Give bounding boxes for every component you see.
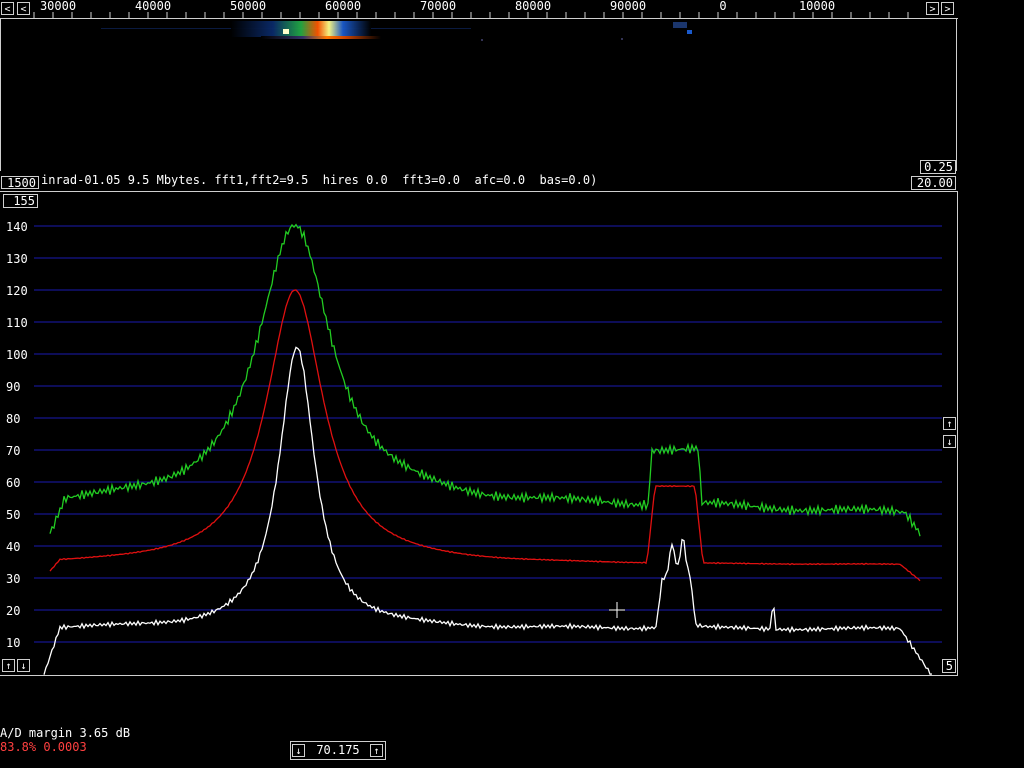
frequency-scale-bar: < < > > 30000 40000 50000 60000 70000 80… <box>0 0 958 19</box>
y-label-50: 50 <box>6 508 21 522</box>
freq-label-80000: 80000 <box>514 0 552 13</box>
frequency-control: ↓ 70.175 ↑ <box>290 741 386 760</box>
freq-down-button[interactable]: ↓ <box>292 744 305 757</box>
freq-label-0: 0 <box>719 0 727 13</box>
y-label-80: 80 <box>6 412 21 426</box>
y-label-70: 70 <box>6 444 21 458</box>
freq-label-40000: 40000 <box>134 0 172 13</box>
y-label-120: 120 <box>6 284 28 298</box>
spectrum-gain-down-button[interactable]: ↓ <box>943 435 956 448</box>
crosshair-cursor <box>609 602 625 618</box>
y-label-60: 60 <box>6 476 21 490</box>
waterfall-signal <box>101 21 692 41</box>
title-status-line: inrad-01.05 9.5 Mbytes. fft1,fft2=9.5 hi… <box>41 173 598 187</box>
spectrum-graph <box>34 223 942 675</box>
spectrum-offset-up-button[interactable]: ↑ <box>2 659 15 672</box>
waterfall-zero-box[interactable]: 20.00 <box>911 176 956 190</box>
ad-margin-text: A/D margin 3.65 dB <box>0 726 131 740</box>
freq-label-10000: 10000 <box>798 0 836 13</box>
spectrum-gain-up-button[interactable]: ↑ <box>943 417 956 430</box>
y-label-90: 90 <box>6 380 21 394</box>
freq-label-30000: 30000 <box>39 0 77 13</box>
freq-value[interactable]: 70.175 <box>309 744 367 757</box>
y-label-30: 30 <box>6 572 21 586</box>
freq-label-90000: 90000 <box>609 0 647 13</box>
spectrum-offset-down-button[interactable]: ↓ <box>17 659 30 672</box>
y-label-20: 20 <box>6 604 21 618</box>
y-label-100: 100 <box>6 348 28 362</box>
y-label-110: 110 <box>6 316 28 330</box>
freq-label-50000: 50000 <box>229 0 267 13</box>
red-spectrum-trace <box>49 289 921 582</box>
waterfall-display[interactable] <box>0 19 957 171</box>
y-label-140: 140 <box>6 220 28 234</box>
spectrum-top-box[interactable]: 155 <box>3 194 38 208</box>
cpu-load-text: 83.8% 0.0003 <box>0 740 87 754</box>
y-label-10: 10 <box>6 636 21 650</box>
freq-up-button[interactable]: ↑ <box>370 744 383 757</box>
spectrum-avg-box[interactable]: 5 <box>942 659 956 673</box>
y-label-130: 130 <box>6 252 28 266</box>
freq-label-70000: 70000 <box>419 0 457 13</box>
freq-label-60000: 60000 <box>324 0 362 13</box>
green-spectrum-trace <box>49 223 921 537</box>
waterfall-avg-box[interactable]: 1500 <box>1 176 39 189</box>
y-label-40: 40 <box>6 540 21 554</box>
waterfall-gain-box[interactable]: 0.25 <box>920 160 956 174</box>
